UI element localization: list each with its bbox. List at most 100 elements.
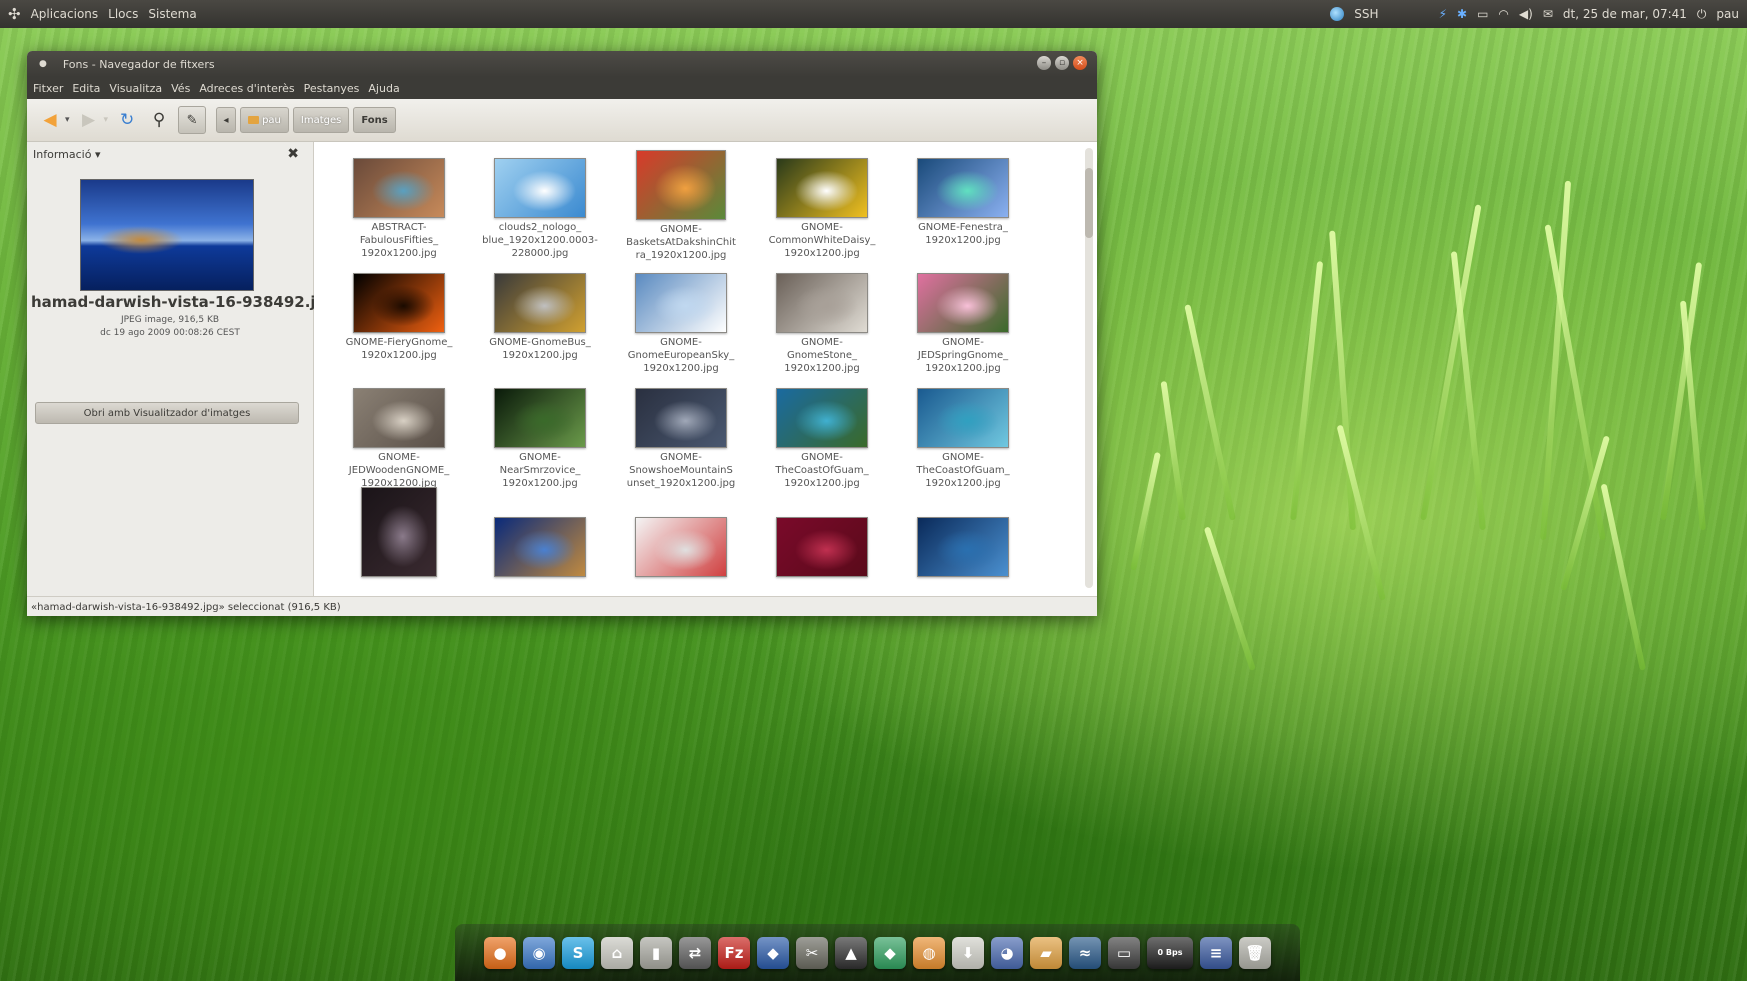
- pidgin-icon[interactable]: ◕: [991, 936, 1023, 969]
- ubuntu-logo-icon[interactable]: ✣: [8, 5, 21, 23]
- search-icon[interactable]: ⚲: [146, 107, 172, 133]
- dropbox-icon[interactable]: ⚡: [1439, 7, 1447, 21]
- reload-icon[interactable]: ↻: [114, 107, 140, 133]
- info-sidebar: Informació ▾ ✖ hamad-darwish-vista-16-93…: [27, 142, 337, 596]
- ssh-icon[interactable]: [1330, 7, 1345, 21]
- netspeed-icon[interactable]: 0 Bps: [1147, 936, 1193, 969]
- monitor-graph-icon[interactable]: ≈: [1069, 936, 1101, 969]
- path-left-icon[interactable]: ◂: [216, 107, 237, 133]
- volume-icon[interactable]: ◀): [1519, 7, 1533, 21]
- tools-icon[interactable]: ✂: [796, 936, 828, 969]
- file-item[interactable]: [757, 517, 887, 577]
- trash-icon[interactable]: 🗑: [1239, 936, 1271, 969]
- file-item[interactable]: clouds2_nologo_ blue_1920x1200.0003- 228…: [475, 158, 605, 260]
- file-thumbnail: [353, 273, 445, 333]
- menu-help[interactable]: Ajuda: [368, 82, 399, 95]
- file-label: GNOME- NearSmrzovice_ 1920x1200.jpg: [499, 452, 581, 489]
- menu-applications[interactable]: Aplicacions: [31, 7, 99, 21]
- file-label: clouds2_nologo_ blue_1920x1200.0003- 228…: [482, 222, 598, 259]
- file-modified: dc 19 ago 2009 00:08:26 CEST: [100, 328, 240, 338]
- folder-icon[interactable]: ▰: [1030, 936, 1062, 969]
- toolbar: ◀ ▾ ▶ ▾ ↻ ⚲ ✎ ◂ pau Imatges Fons: [27, 99, 1097, 142]
- scrollbar-thumb[interactable]: [1085, 168, 1093, 238]
- menu-system[interactable]: Sistema: [148, 7, 196, 21]
- back-history-icon[interactable]: ▾: [65, 115, 70, 125]
- forward-arrow-icon[interactable]: ▶: [76, 107, 102, 133]
- home-folder-icon: [248, 116, 260, 124]
- file-item[interactable]: [616, 517, 746, 577]
- username[interactable]: pau: [1716, 7, 1739, 21]
- close-icon[interactable]: ×: [1073, 56, 1087, 70]
- virtualbox-icon[interactable]: ◆: [757, 936, 789, 969]
- skype-icon[interactable]: S: [562, 936, 594, 969]
- filezilla-icon[interactable]: Fz: [718, 936, 750, 969]
- firefox-icon[interactable]: ●: [484, 936, 516, 969]
- screen-icon[interactable]: ▭: [1108, 936, 1140, 969]
- file-item[interactable]: [334, 487, 464, 577]
- cube-icon[interactable]: ◆: [874, 936, 906, 969]
- dock: ● ◉ S ⌂ ▮ ⇄ Fz ◆ ✂ ▲ ◆ ◍ ⬇ ◕ ▰ ≈ ▭ 0 Bps ≡ 🗑: [455, 924, 1300, 981]
- file-label: GNOME- JEDWoodenGNOME_ 1920x1200.jpg: [348, 452, 450, 489]
- sidebar-close-icon[interactable]: ✖: [287, 146, 299, 162]
- file-item[interactable]: ABSTRACT- FabulousFifties_ 1920x1200.jpg: [334, 158, 464, 260]
- file-label: GNOME-Fenestra_ 1920x1200.jpg: [918, 222, 1008, 246]
- file-item[interactable]: GNOME- GnomeStone_ 1920x1200.jpg: [757, 273, 887, 375]
- battery-icon[interactable]: ▭: [1477, 7, 1488, 21]
- ssh-label[interactable]: SSH: [1354, 7, 1378, 21]
- breadcrumb-current[interactable]: Fons: [353, 107, 396, 133]
- usb-icon[interactable]: ▮: [640, 936, 672, 969]
- maximize-icon[interactable]: ▫: [1055, 56, 1069, 70]
- forward-history-icon[interactable]: ▾: [104, 115, 109, 125]
- menu-edit[interactable]: Edita: [72, 82, 100, 95]
- blender-icon[interactable]: ◍: [913, 936, 945, 969]
- file-item[interactable]: GNOME- NearSmrzovice_ 1920x1200.jpg: [475, 388, 605, 490]
- menu-bookmarks[interactable]: Adreces d'interès: [199, 82, 294, 95]
- clock[interactable]: dt, 25 de mar, 07:41: [1563, 7, 1687, 21]
- file-label: GNOME-GnomeBus_ 1920x1200.jpg: [489, 337, 591, 361]
- back-arrow-icon[interactable]: ◀: [37, 107, 63, 133]
- window-menu-icon[interactable]: ●: [39, 59, 47, 69]
- install-icon[interactable]: ⬇: [952, 936, 984, 969]
- sidebar-header[interactable]: Informació ▾: [33, 148, 100, 161]
- window-titlebar[interactable]: ● Fons - Navegador de fitxers – ▫ ×: [27, 51, 1097, 77]
- open-with-button[interactable]: Obri amb Visualitzador d'imatges: [35, 402, 299, 424]
- file-item[interactable]: GNOME-FieryGnome_ 1920x1200.jpg: [334, 273, 464, 362]
- file-item[interactable]: GNOME- CommonWhiteDaisy_ 1920x1200.jpg: [757, 158, 887, 260]
- file-item[interactable]: GNOME- TheCoastOfGuam_ 1920x1200.jpg: [757, 388, 887, 490]
- menu-file[interactable]: Fitxer: [33, 82, 63, 95]
- menu-go[interactable]: Vés: [171, 82, 190, 95]
- file-item[interactable]: [898, 517, 1028, 577]
- file-item[interactable]: GNOME- GnomeEuropeanSky_ 1920x1200.jpg: [616, 273, 746, 375]
- menu-tabs[interactable]: Pestanyes: [304, 82, 360, 95]
- file-item[interactable]: GNOME- JEDWoodenGNOME_ 1920x1200.jpg: [334, 388, 464, 490]
- file-item[interactable]: GNOME-Fenestra_ 1920x1200.jpg: [898, 158, 1028, 247]
- file-thumbnail: [776, 158, 868, 218]
- home-icon[interactable]: ⌂: [601, 936, 633, 969]
- file-thumbnail: [353, 388, 445, 448]
- menu-places[interactable]: Llocs: [108, 7, 138, 21]
- file-item[interactable]: GNOME- SnowshoeMountainS unset_1920x1200…: [616, 388, 746, 490]
- file-thumbnail: [776, 517, 868, 577]
- breadcrumb-home[interactable]: pau: [240, 107, 289, 133]
- file-label: GNOME-FieryGnome_ 1920x1200.jpg: [345, 337, 453, 361]
- file-thumbnail: [776, 273, 868, 333]
- scrollbar[interactable]: [1085, 148, 1093, 588]
- menu-view[interactable]: Visualitza: [109, 82, 162, 95]
- power-icon[interactable]: ⏻: [1697, 7, 1707, 22]
- breadcrumb-images[interactable]: Imatges: [292, 107, 350, 133]
- mail-icon[interactable]: ✉: [1543, 7, 1553, 21]
- file-item[interactable]: GNOME- TheCoastOfGuam_ 1920x1200.jpg: [898, 388, 1028, 490]
- chromium-icon[interactable]: ◉: [523, 936, 555, 969]
- wifi-icon[interactable]: ◠: [1498, 7, 1508, 21]
- file-item[interactable]: [475, 517, 605, 577]
- file-item[interactable]: GNOME- JEDSpringGnome_ 1920x1200.jpg: [898, 273, 1028, 375]
- file-item[interactable]: GNOME-GnomeBus_ 1920x1200.jpg: [475, 273, 605, 362]
- network-icon[interactable]: ⇄: [679, 936, 711, 969]
- minimize-icon[interactable]: –: [1037, 56, 1051, 70]
- bluetooth-icon[interactable]: ✱: [1457, 7, 1467, 21]
- file-label: GNOME- CommonWhiteDaisy_ 1920x1200.jpg: [768, 222, 876, 259]
- inkscape-icon[interactable]: ▲: [835, 936, 867, 969]
- edit-location-icon[interactable]: ✎: [178, 106, 207, 134]
- file-item[interactable]: GNOME- BasketsAtDakshinChit ra_1920x1200…: [616, 150, 746, 262]
- calendar-icon[interactable]: ≡: [1200, 936, 1232, 969]
